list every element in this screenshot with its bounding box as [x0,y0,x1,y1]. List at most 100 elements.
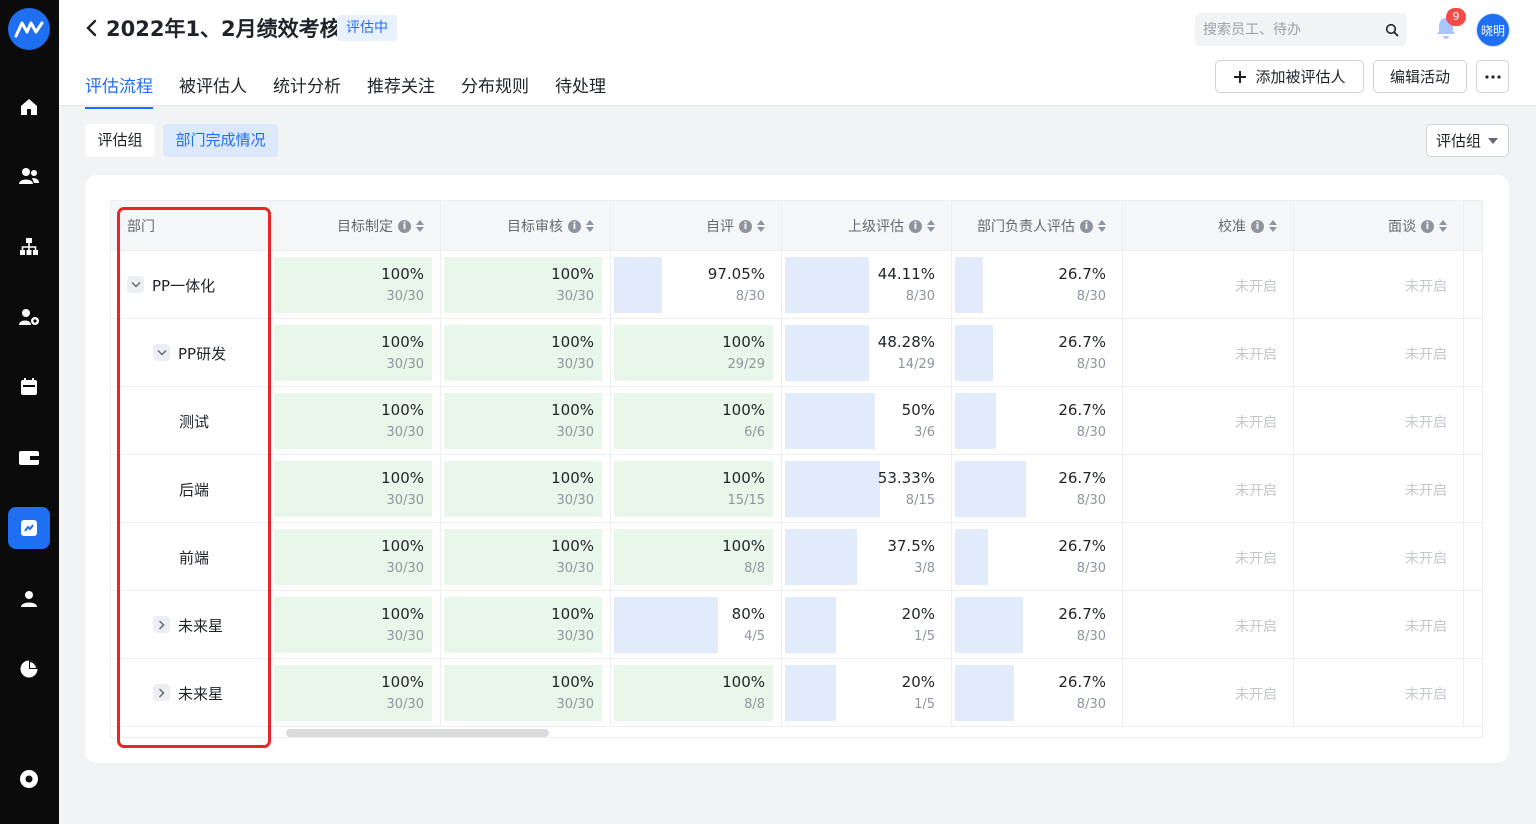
progress-cell[interactable]: 48.28% 14/29 [782,319,952,387]
chevron-down-icon[interactable] [153,344,170,361]
progress-cell[interactable]: 100% 29/29 [611,319,782,387]
tab-evaluatees[interactable]: 被评估人 [179,72,247,109]
tab-statistics[interactable]: 统计分析 [273,72,341,109]
horizontal-scrollbar[interactable] [286,729,549,737]
performance-icon[interactable] [8,507,50,549]
progress-cell[interactable]: 100% 8/8 [611,523,782,591]
sort-icon[interactable] [1098,220,1106,232]
tab-recommended[interactable]: 推荐关注 [367,72,435,109]
progress-cell[interactable]: 100% 8/8 [611,659,782,727]
dept-name[interactable]: 后端 [179,479,209,500]
tab-pending[interactable]: 待处理 [555,72,606,109]
info-icon[interactable]: i [739,219,752,233]
search-icon[interactable] [1385,22,1399,41]
progress-cell[interactable]: 未开启 [1294,659,1464,727]
info-icon[interactable]: i [1251,219,1264,233]
chevron-right-icon[interactable] [153,684,170,701]
chevron-down-icon[interactable] [127,276,144,293]
progress-cell[interactable]: 未开启 [1294,455,1464,523]
progress-cell[interactable]: 26.7% 8/30 [952,251,1123,319]
users-icon[interactable] [8,155,50,197]
sort-icon[interactable] [927,220,935,232]
dept-name[interactable]: 测试 [179,411,209,432]
progress-cell[interactable]: 100% 30/30 [271,319,441,387]
dept-name[interactable]: PP研发 [178,343,226,364]
progress-cell[interactable]: 26.7% 8/30 [952,319,1123,387]
segment-eval-group[interactable]: 评估组 [85,124,155,157]
progress-cell[interactable]: 未开启 [1294,251,1464,319]
progress-cell[interactable]: 97.05% 8/30 [611,251,782,319]
segment-dept-completion[interactable]: 部门完成情况 [163,124,278,157]
progress-cell[interactable]: 100% 30/30 [441,591,611,659]
sort-icon[interactable] [757,220,765,232]
dept-name[interactable]: PP一体化 [152,275,215,296]
progress-cell[interactable]: 未开启 [1123,251,1294,319]
progress-cell[interactable]: 26.7% 8/30 [952,387,1123,455]
sort-icon[interactable] [1439,220,1447,232]
progress-cell[interactable]: 20% 1/5 [782,659,952,727]
progress-cell[interactable]: 100% 30/30 [441,387,611,455]
more-button[interactable] [1476,60,1509,93]
settings-icon[interactable] [8,758,50,800]
org-chart-icon[interactable] [8,226,50,268]
progress-cell[interactable]: 100% 30/30 [441,455,611,523]
wallet-icon[interactable] [8,437,50,479]
progress-cell[interactable]: 未开启 [1294,319,1464,387]
avatar[interactable]: 晓明 [1476,13,1510,47]
user-settings-icon[interactable] [8,296,50,338]
dept-name[interactable]: 前端 [179,547,209,568]
progress-cell[interactable]: 80% 4/5 [611,591,782,659]
profile-icon[interactable] [8,578,50,620]
progress-cell[interactable]: 未开启 [1123,319,1294,387]
progress-cell[interactable]: 44.11% 8/30 [782,251,952,319]
sort-icon[interactable] [416,220,424,232]
home-icon[interactable] [8,86,50,128]
progress-cell[interactable]: 100% 30/30 [271,251,441,319]
info-icon[interactable]: i [909,219,922,233]
chevron-right-icon[interactable] [153,616,170,633]
pie-chart-icon[interactable] [8,648,50,690]
add-evaluatee-button[interactable]: 添加被评估人 [1215,60,1364,93]
progress-cell[interactable]: 100% 30/30 [441,251,611,319]
tab-distribution[interactable]: 分布规则 [461,72,529,109]
search-box[interactable] [1195,13,1407,46]
column-header[interactable]: 部门负责人评估 i [952,201,1123,251]
progress-cell[interactable]: 37.5% 3/8 [782,523,952,591]
column-header[interactable]: 目标制定 i [271,201,441,251]
progress-cell[interactable]: 50% 3/6 [782,387,952,455]
progress-cell[interactable]: 未开启 [1123,387,1294,455]
info-icon[interactable]: i [398,219,411,233]
dept-name[interactable]: 未来星 [178,683,223,704]
app-logo-icon[interactable] [8,8,50,50]
info-icon[interactable]: i [568,219,581,233]
progress-cell[interactable]: 未开启 [1123,455,1294,523]
progress-cell[interactable]: 100% 30/30 [441,523,611,591]
progress-cell[interactable]: 100% 30/30 [271,455,441,523]
group-dropdown[interactable]: 评估组 [1426,124,1509,157]
sort-icon[interactable] [586,220,594,232]
progress-cell[interactable]: 100% 30/30 [271,523,441,591]
dept-name[interactable]: 未来星 [178,615,223,636]
info-icon[interactable]: i [1421,219,1434,233]
progress-cell[interactable]: 26.7% 8/30 [952,591,1123,659]
progress-cell[interactable]: 26.7% 8/30 [952,523,1123,591]
progress-cell[interactable]: 未开启 [1123,523,1294,591]
progress-cell[interactable]: 未开启 [1123,659,1294,727]
progress-cell[interactable]: 未开启 [1294,387,1464,455]
progress-cell[interactable]: 未开启 [1294,591,1464,659]
column-header[interactable]: 面谈 i [1294,201,1464,251]
progress-cell[interactable]: 20% 1/5 [782,591,952,659]
column-header[interactable]: 上级评估 i [782,201,952,251]
progress-cell[interactable]: 53.33% 8/15 [782,455,952,523]
progress-cell[interactable]: 26.7% 8/30 [952,659,1123,727]
info-icon[interactable]: i [1080,219,1093,233]
search-input[interactable] [1203,13,1373,46]
column-header[interactable]: 目标审核 i [441,201,611,251]
progress-cell[interactable]: 100% 30/30 [271,387,441,455]
progress-cell[interactable]: 未开启 [1123,591,1294,659]
sort-icon[interactable] [1269,220,1277,232]
back-arrow-icon[interactable] [81,16,101,40]
progress-cell[interactable]: 100% 30/30 [441,659,611,727]
progress-cell[interactable]: 100% 30/30 [271,591,441,659]
calendar-icon[interactable] [8,366,50,408]
